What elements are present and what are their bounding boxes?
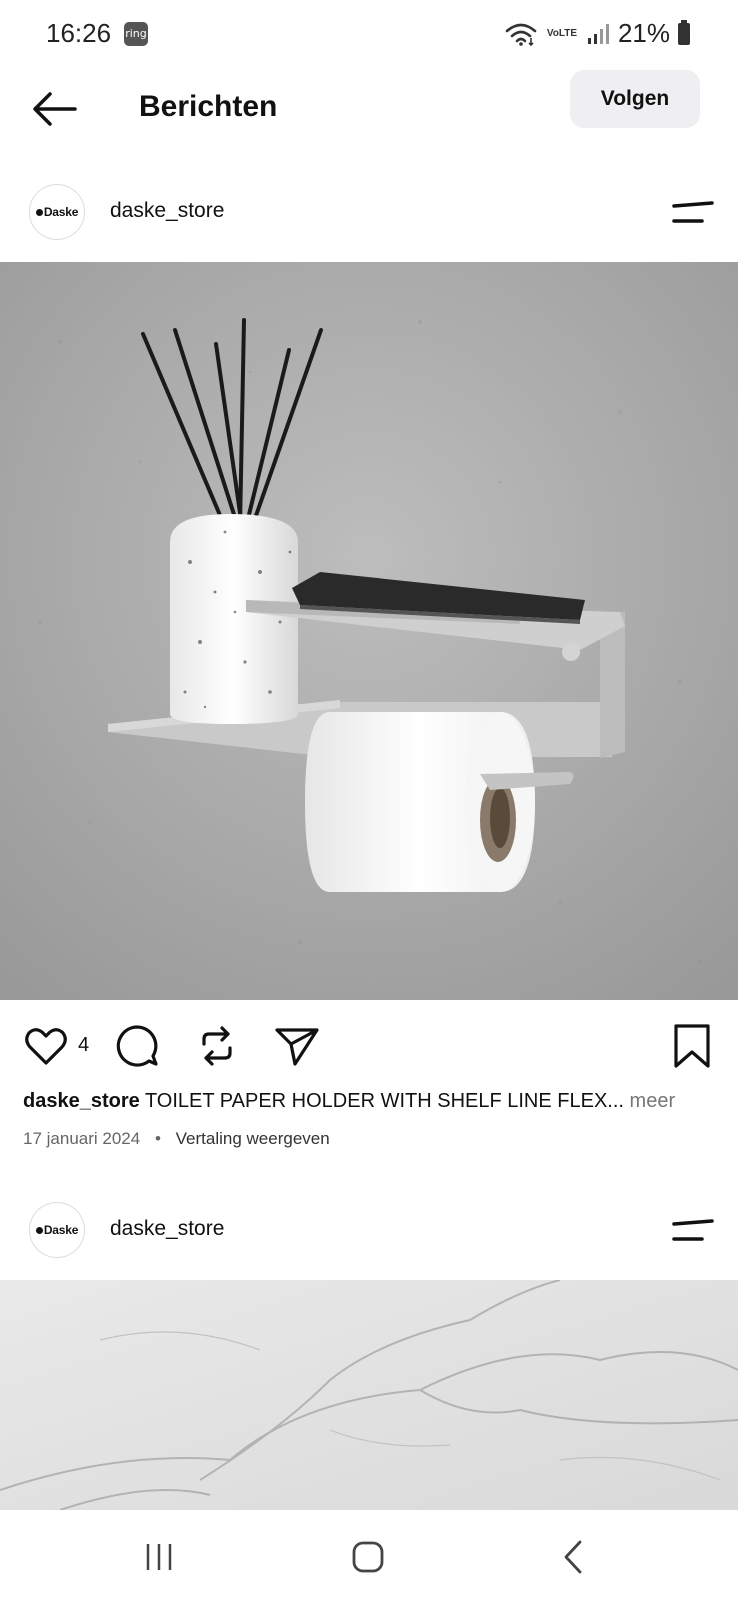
recent-apps-icon[interactable] [134,1532,184,1582]
page-title: Berichten [139,90,278,123]
username[interactable]: daske_store [110,1217,224,1241]
product-photo [0,262,738,1000]
caption-username[interactable]: daske_store [23,1090,140,1112]
status-icons: VoLTE 21% [504,18,690,49]
home-icon[interactable] [343,1532,393,1582]
volte-icon: VoLTE [546,27,578,39]
logo-dot-icon [35,1227,43,1234]
post-header: Daske daske_store [0,172,738,252]
wifi-icon [505,23,537,46]
send-icon[interactable] [273,1022,321,1070]
translate-link[interactable]: Vertaling weergeven [176,1129,330,1148]
avatar-logo-text: Daske [43,205,79,219]
post-date: 17 januari 2024 [23,1129,141,1148]
username[interactable]: daske_store [110,199,224,223]
post-meta: 17 januari 2024 • Vertaling weergeven [23,1129,330,1149]
post-image[interactable] [0,1280,738,1510]
chevron-left-icon[interactable] [549,1532,599,1582]
follow-button[interactable]: Volgen [570,70,700,128]
battery-icon [678,19,690,45]
post-caption[interactable]: daske_store TOILET PAPER HOLDER WITH SHE… [23,1090,723,1113]
menu-lines-icon[interactable] [672,198,714,228]
logo-dot-icon [35,209,43,216]
meta-separator: • [154,1129,161,1148]
post-image[interactable] [0,262,738,1000]
status-time: 16:26 [46,18,112,48]
menu-lines-icon[interactable] [672,1216,714,1246]
avatar[interactable]: Daske [29,1202,85,1258]
post-actions: 4 [0,1016,738,1076]
avatar-logo: Daske [35,205,79,219]
avatar-logo: Daske [35,1223,79,1237]
arrow-left-icon [33,92,77,126]
system-navigation-bar [0,1510,738,1600]
post-header: Daske daske_store [0,1190,738,1270]
heart-icon[interactable] [22,1022,70,1070]
status-bar: 16:26 ring VoLTE 21% [0,0,738,70]
marble-photo [0,1280,738,1510]
more-link[interactable]: meer [630,1090,676,1112]
signal-icon [587,23,609,44]
avatar-logo-text: Daske [43,1223,79,1237]
bookmark-icon[interactable] [668,1022,716,1070]
comment-icon[interactable] [113,1022,161,1070]
ring-notification-icon: ring [124,22,148,46]
repost-icon[interactable] [193,1022,241,1070]
battery-level: 21% [617,18,670,48]
back-button[interactable] [30,84,80,134]
top-app-bar: Berichten Volgen [0,70,738,150]
like-count[interactable]: 4 [78,1034,89,1057]
avatar[interactable]: Daske [29,184,85,240]
caption-text: TOILET PAPER HOLDER WITH SHELF LINE FLEX [144,1090,608,1112]
caption-ellipsis: ... [607,1090,624,1112]
